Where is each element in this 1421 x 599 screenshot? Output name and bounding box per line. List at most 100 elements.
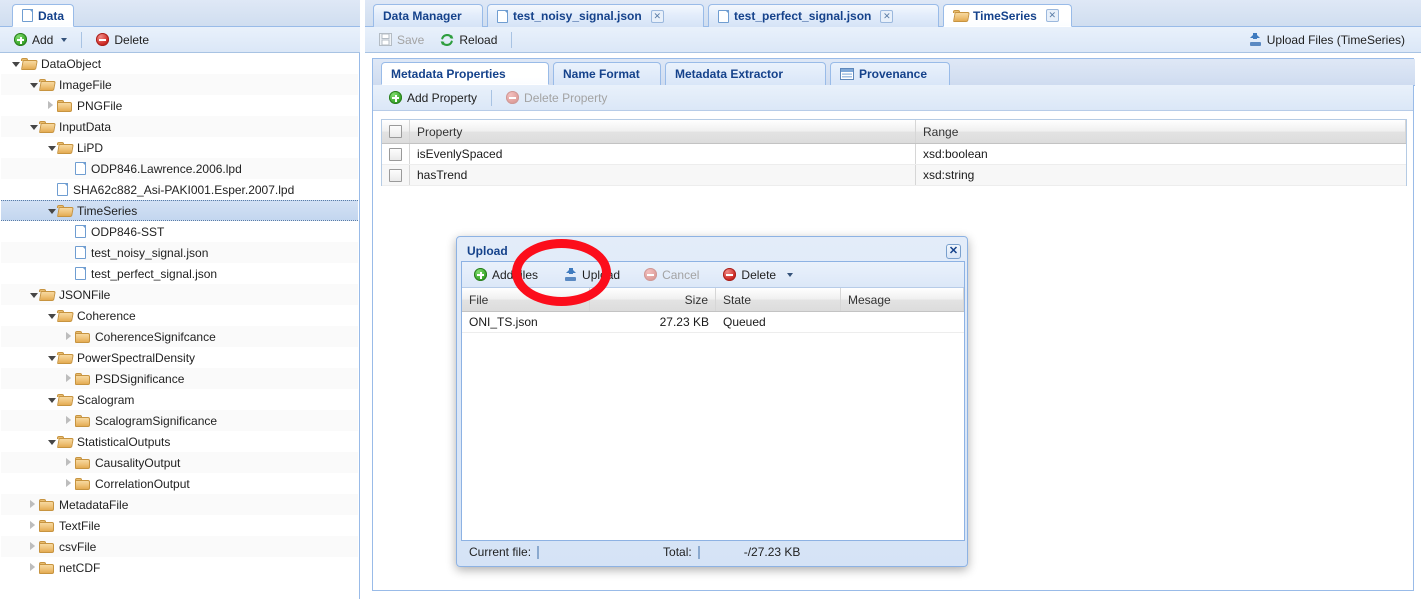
close-icon[interactable]: ✕ bbox=[946, 243, 961, 259]
tab-data-manager[interactable]: Data Manager bbox=[373, 4, 483, 27]
inner-tab-provenance[interactable]: Provenance bbox=[830, 62, 950, 85]
tab-close-icon[interactable]: ✕ bbox=[880, 9, 894, 23]
tree-node[interactable]: PowerSpectralDensity bbox=[1, 347, 358, 368]
cancel-button[interactable]: Cancel bbox=[636, 262, 707, 288]
upload-column-header[interactable]: State bbox=[716, 288, 841, 311]
delete-button[interactable]: Delete bbox=[88, 27, 157, 53]
chevron-right-icon[interactable] bbox=[63, 457, 75, 469]
tree-node[interactable]: TimeSeries bbox=[1, 200, 358, 221]
chevron-right-icon[interactable] bbox=[63, 331, 75, 343]
tree-node-label: CausalityOutput bbox=[95, 455, 181, 470]
tree-node[interactable]: netCDF bbox=[1, 557, 358, 578]
chevron-down-icon[interactable] bbox=[45, 205, 57, 217]
chevron-right-icon[interactable] bbox=[27, 541, 39, 553]
row-checkbox[interactable] bbox=[389, 147, 402, 161]
current-file-label: Current file: bbox=[469, 545, 532, 559]
tree-node[interactable]: JSONFile bbox=[1, 284, 358, 305]
upload-file-grid[interactable]: File Size State Mesage ONI_TS.json 27.23 KB Qu… bbox=[462, 288, 964, 540]
tab-test-noisy-signal-json[interactable]: test_noisy_signal.json ✕ bbox=[487, 4, 704, 27]
chevron-down-icon[interactable] bbox=[27, 121, 39, 133]
tree-node[interactable]: StatisticalOutputs bbox=[1, 431, 358, 452]
tree-node[interactable]: CorrelationOutput bbox=[1, 473, 358, 494]
upload-column-header[interactable]: File bbox=[462, 288, 590, 311]
tree-node[interactable]: CoherenceSignifcance bbox=[1, 326, 358, 347]
tree-node[interactable]: CausalityOutput bbox=[1, 452, 358, 473]
tree-node[interactable]: ODP846-SST bbox=[1, 221, 358, 242]
tree-node-label: ODP846-SST bbox=[91, 224, 165, 239]
row-checkbox-cell[interactable] bbox=[382, 144, 410, 164]
tree-node[interactable]: test_perfect_signal.json bbox=[1, 263, 358, 284]
tree-node[interactable]: InputData bbox=[1, 116, 358, 137]
upload-dialog-footer: Current file: Total: -/27.23 KB bbox=[461, 541, 965, 563]
folder-open-icon bbox=[953, 9, 970, 22]
tree-node[interactable]: DataObject bbox=[1, 53, 358, 74]
upload-column-header[interactable]: Mesage bbox=[841, 288, 964, 311]
upload-button[interactable]: Upload bbox=[556, 262, 628, 288]
range-value: xsd:boolean bbox=[923, 147, 988, 161]
inner-tab-name-format[interactable]: Name Format bbox=[553, 62, 661, 85]
column-header[interactable]: Range bbox=[916, 120, 1406, 143]
chevron-down-icon[interactable] bbox=[9, 58, 21, 70]
upload-column-header[interactable]: Size bbox=[590, 288, 716, 311]
chevron-right-icon[interactable] bbox=[27, 520, 39, 532]
upload-table-row[interactable]: ONI_TS.json 27.23 KB Queued bbox=[462, 312, 964, 333]
tab-test-perfect-signal-json[interactable]: test_perfect_signal.json ✕ bbox=[708, 4, 939, 27]
chevron-down-icon[interactable] bbox=[45, 394, 57, 406]
table-row[interactable]: hasTrend xsd:string bbox=[382, 165, 1406, 186]
main-toolbar: Save Reload Upload Files (TimeSeries) bbox=[365, 27, 1421, 53]
tab-close-icon[interactable]: ✕ bbox=[650, 9, 664, 23]
chevron-down-icon[interactable] bbox=[27, 289, 39, 301]
column-header[interactable] bbox=[382, 120, 410, 143]
column-header[interactable]: Property bbox=[410, 120, 916, 143]
folder-icon bbox=[39, 540, 54, 553]
chevron-right-icon[interactable] bbox=[45, 100, 57, 112]
tree-node[interactable]: SHA62c882_Asi-PAKI001.Esper.2007.lpd bbox=[1, 179, 358, 200]
data-object-tree[interactable]: DataObject ImageFile PNGFile InputData LiPD O… bbox=[1, 53, 358, 598]
delete-property-button[interactable]: Delete Property bbox=[498, 85, 615, 111]
app-window: Data Add Delete DataObject ImageFile PNGFi… bbox=[0, 0, 1421, 599]
chevron-right-icon[interactable] bbox=[63, 373, 75, 385]
minus-icon bbox=[96, 33, 110, 46]
tab-data[interactable]: Data bbox=[12, 4, 75, 27]
tree-node[interactable]: TextFile bbox=[1, 515, 358, 536]
delete-files-button[interactable]: Delete bbox=[715, 262, 801, 288]
tree-node[interactable]: PNGFile bbox=[1, 95, 358, 116]
chevron-right-icon[interactable] bbox=[27, 562, 39, 574]
tree-node[interactable]: test_noisy_signal.json bbox=[1, 242, 358, 263]
add-property-button[interactable]: Add Property bbox=[381, 85, 485, 111]
chevron-down-icon[interactable] bbox=[27, 79, 39, 91]
table-row[interactable]: isEvenlySpaced xsd:boolean bbox=[382, 144, 1406, 165]
tree-node[interactable]: PSDSignificance bbox=[1, 368, 358, 389]
upload-dialog-header[interactable]: Upload ✕ bbox=[461, 241, 963, 261]
tree-node[interactable]: ScalogramSignificance bbox=[1, 410, 358, 431]
chevron-down-icon[interactable] bbox=[45, 310, 57, 322]
tree-node[interactable]: LiPD bbox=[1, 137, 358, 158]
tree-node[interactable]: ImageFile bbox=[1, 74, 358, 95]
tab-timeseries[interactable]: TimeSeries ✕ bbox=[943, 4, 1072, 27]
row-checkbox[interactable] bbox=[389, 168, 402, 182]
property-grid[interactable]: Property Range isEvenlySpaced xsd:boolean ha… bbox=[381, 119, 1407, 186]
chevron-down-icon[interactable] bbox=[45, 352, 57, 364]
inner-tab-metadata-extractor[interactable]: Metadata Extractor bbox=[665, 62, 826, 85]
chevron-right-icon[interactable] bbox=[63, 478, 75, 490]
tree-node[interactable]: Scalogram bbox=[1, 389, 358, 410]
upload-files-button[interactable]: Upload Files (TimeSeries) bbox=[1241, 27, 1413, 53]
add-button[interactable]: Add bbox=[6, 27, 75, 53]
save-button[interactable]: Save bbox=[371, 27, 432, 53]
reload-button[interactable]: Reload bbox=[432, 27, 505, 53]
tree-node[interactable]: MetadataFile bbox=[1, 494, 358, 515]
chevron-down-icon[interactable] bbox=[45, 142, 57, 154]
chevron-right-icon[interactable] bbox=[27, 499, 39, 511]
tree-node[interactable]: ODP846.Lawrence.2006.lpd bbox=[1, 158, 358, 179]
chevron-down-icon[interactable] bbox=[45, 436, 57, 448]
tree-node[interactable]: csvFile bbox=[1, 536, 358, 557]
inner-tab-metadata-properties[interactable]: Metadata Properties bbox=[381, 62, 549, 85]
chevron-right-icon[interactable] bbox=[63, 415, 75, 427]
tree-node[interactable]: Coherence bbox=[1, 305, 358, 326]
tab-label: TimeSeries bbox=[973, 8, 1037, 23]
select-all-checkbox[interactable] bbox=[389, 125, 402, 138]
row-checkbox-cell[interactable] bbox=[382, 165, 410, 185]
tab-close-icon[interactable]: ✕ bbox=[1045, 9, 1059, 22]
add-files-button[interactable]: Add files bbox=[466, 262, 546, 288]
